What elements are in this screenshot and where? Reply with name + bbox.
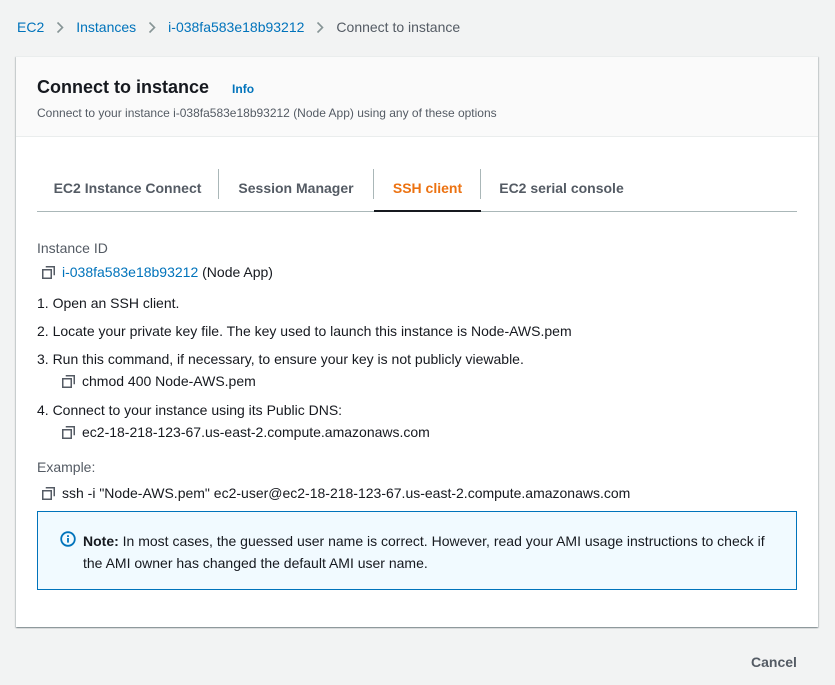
example-command: ssh -i "Node-AWS.pem" ec2-user@ec2-18-21… bbox=[62, 485, 631, 501]
chevron-right-icon bbox=[136, 21, 168, 34]
cancel-button[interactable]: Cancel bbox=[751, 654, 797, 670]
chmod-command-row: chmod 400 Node-AWS.pem bbox=[62, 373, 256, 389]
instance-id-label: Instance ID bbox=[37, 240, 108, 256]
note-text: Note: In most cases, the guessed user na… bbox=[83, 530, 776, 589]
instance-id-link[interactable]: i-038fa583e18b93212 bbox=[62, 264, 198, 280]
chevron-right-icon bbox=[44, 21, 76, 34]
breadcrumb-ec2[interactable]: EC2 bbox=[17, 19, 44, 35]
copy-icon[interactable] bbox=[42, 265, 55, 279]
tab-ec2-instance-connect[interactable]: EC2 Instance Connect bbox=[37, 165, 218, 211]
copy-icon[interactable] bbox=[62, 374, 75, 388]
page-title: Connect to instance bbox=[37, 77, 210, 97]
breadcrumb: EC2 Instances i-038fa583e18b93212 Connec… bbox=[17, 19, 460, 35]
example-command-row: ssh -i "Node-AWS.pem" ec2-user@ec2-18-21… bbox=[42, 485, 630, 501]
copy-icon[interactable] bbox=[62, 425, 75, 439]
instance-id-row: i-038fa583e18b93212 (Node App) bbox=[42, 264, 273, 280]
connect-panel: Connect to instance Info Connect to your… bbox=[16, 56, 818, 627]
breadcrumb-instance-id[interactable]: i-038fa583e18b93212 bbox=[168, 19, 304, 35]
chevron-right-icon bbox=[304, 21, 336, 34]
info-link[interactable]: Info bbox=[232, 82, 254, 96]
breadcrumb-instances[interactable]: Instances bbox=[76, 19, 136, 35]
step-3: 3. Run this command, if necessary, to en… bbox=[37, 351, 524, 367]
public-dns: ec2-18-218-123-67.us-east-2.compute.amaz… bbox=[82, 424, 430, 440]
panel-description: Connect to your instance i-038fa583e18b9… bbox=[37, 106, 497, 120]
breadcrumb-current: Connect to instance bbox=[336, 19, 461, 35]
panel-header: Connect to instance Info Connect to your… bbox=[16, 57, 818, 137]
note-body: In most cases, the guessed user name is … bbox=[83, 533, 765, 571]
step-1: 1. Open an SSH client. bbox=[37, 295, 180, 311]
example-label: Example: bbox=[37, 459, 96, 475]
step-4: 4. Connect to your instance using its Pu… bbox=[37, 402, 343, 418]
tab-ssh-client[interactable]: SSH client bbox=[374, 165, 481, 212]
note-bold: Note: bbox=[83, 533, 119, 549]
chmod-command: chmod 400 Node-AWS.pem bbox=[82, 373, 256, 389]
tab-ec2-serial-console[interactable]: EC2 serial console bbox=[481, 165, 642, 211]
copy-icon[interactable] bbox=[42, 486, 55, 500]
public-dns-row: ec2-18-218-123-67.us-east-2.compute.amaz… bbox=[62, 424, 430, 440]
tab-bar: EC2 Instance Connect Session Manager SSH… bbox=[37, 165, 797, 212]
instance-name: (Node App) bbox=[198, 264, 273, 280]
step-2: 2. Locate your private key file. The key… bbox=[37, 323, 572, 339]
info-circle-icon bbox=[60, 531, 76, 547]
info-alert: Note: In most cases, the guessed user na… bbox=[37, 511, 797, 590]
tab-session-manager[interactable]: Session Manager bbox=[219, 165, 373, 211]
